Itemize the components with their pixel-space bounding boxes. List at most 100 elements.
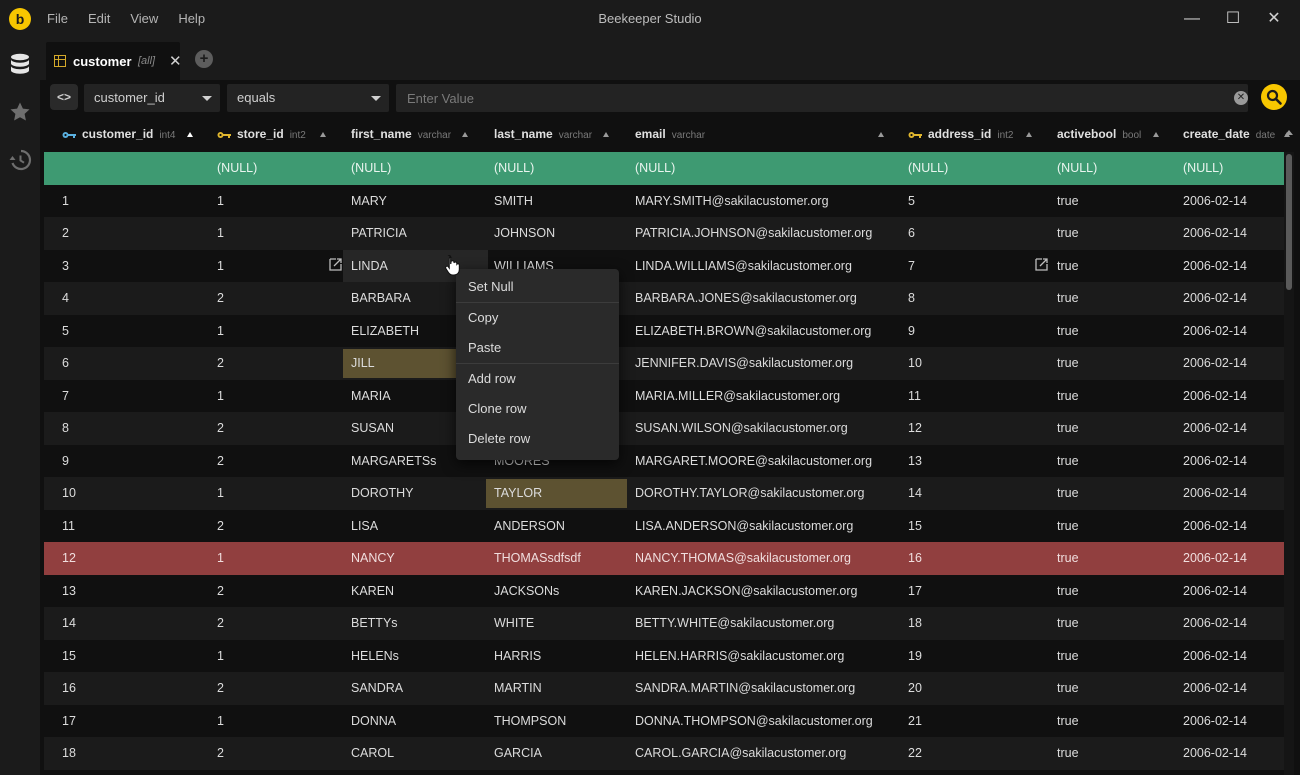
cell-first_name[interactable]: CAROL — [351, 737, 488, 770]
cell-create_date[interactable]: 2006-02-14 — [1183, 217, 1279, 250]
cell-create_date[interactable]: 2006-02-14 — [1183, 640, 1279, 673]
cell-store_id[interactable]: 1 — [217, 477, 345, 510]
cell-store_id[interactable]: 2 — [217, 445, 345, 478]
cell-activebool[interactable]: true — [1057, 250, 1177, 283]
cell-customer_id[interactable]: 2 — [62, 217, 211, 250]
cell-store_id[interactable]: 2 — [217, 282, 345, 315]
column-header-create_date[interactable]: create_date date — [1183, 116, 1275, 152]
new-row[interactable]: (NULL) (NULL) (NULL) (NULL) (NULL) (NULL) (NUL… — [44, 152, 1285, 185]
cell-email[interactable]: KAREN.JACKSON@sakilacustomer.org — [635, 575, 902, 608]
cell-store_id[interactable]: 1 — [217, 705, 345, 738]
scrollbar-thumb[interactable] — [1286, 154, 1292, 290]
cell-activebool[interactable]: (NULL) — [1057, 152, 1177, 185]
cell-email[interactable]: CAROL.GARCIA@sakilacustomer.org — [635, 737, 902, 770]
sort-arrow-icon[interactable] — [1153, 132, 1159, 137]
cell-address_id[interactable]: 12 — [908, 412, 1051, 445]
vertical-scrollbar[interactable] — [1284, 152, 1294, 775]
table-row[interactable]: 62JILLDAVISJENNIFER.DAVIS@sakilacustomer… — [44, 347, 1285, 380]
cell-create_date[interactable]: (NULL) — [1183, 152, 1279, 185]
history-icon[interactable] — [8, 148, 32, 172]
cell-email[interactable]: MARIA.MILLER@sakilacustomer.org — [635, 380, 902, 413]
column-header-store_id[interactable]: store_id int2 — [217, 116, 306, 152]
cell-first_name[interactable]: LISA — [351, 510, 488, 543]
cell-store_id[interactable]: 1 — [217, 380, 345, 413]
cell-create_date[interactable]: 2006-02-14 — [1183, 672, 1279, 705]
cell-last_name[interactable]: WHITE — [494, 607, 629, 640]
cell-customer_id[interactable]: 8 — [62, 412, 211, 445]
table-row[interactable]: 16 2 SANDRA MARTIN SANDRA.MARTIN@sakilacusto… — [44, 672, 1285, 705]
cell-customer_id[interactable]: 14 — [62, 607, 211, 640]
cell-last_name[interactable]: GARCIA — [494, 737, 629, 770]
cell-email[interactable]: BARBARA.JONES@sakilacustomer.org — [635, 282, 902, 315]
cell-email[interactable]: PATRICIA.JOHNSON@sakilacustomer.org — [635, 217, 902, 250]
cell-last_name[interactable]: THOMPSON — [494, 705, 629, 738]
cell-create_date[interactable]: 2006-02-14 — [1183, 445, 1279, 478]
cell-email[interactable]: BETTY.WHITE@sakilacustomer.org — [635, 607, 902, 640]
cell-store_id[interactable]: 2 — [217, 607, 345, 640]
cell-address_id[interactable]: 13 — [908, 445, 1051, 478]
cell-address_id[interactable]: 15 — [908, 510, 1051, 543]
tab-customer[interactable]: customer [all] ✕ — [46, 42, 182, 80]
cell-customer_id[interactable]: 5 — [62, 315, 211, 348]
cell-store_id[interactable]: 1 — [217, 217, 345, 250]
cell-customer_id[interactable]: 4 — [62, 282, 211, 315]
table-row[interactable]: 14 2 BETTYs WHITE BETTY.WHITE@sakilacustomer… — [44, 607, 1285, 640]
table-row[interactable]: 51ELIZABETHBROWNELIZABETH.BROWN@sakilacu… — [44, 315, 1285, 348]
star-icon[interactable] — [8, 100, 32, 124]
cell-store_id[interactable]: 1 — [217, 185, 345, 218]
cell-customer_id[interactable]: 7 — [62, 380, 211, 413]
maximize-button[interactable]: ☐ — [1220, 6, 1246, 32]
table-row[interactable]: 13 2 KAREN JACKSONs KAREN.JACKSON@sakilacust… — [44, 575, 1285, 608]
sort-arrow-icon[interactable] — [187, 132, 193, 137]
cell-address_id[interactable]: 18 — [908, 607, 1051, 640]
cell-store_id[interactable]: 2 — [217, 575, 345, 608]
cell-email[interactable]: (NULL) — [635, 152, 902, 185]
cell-address_id[interactable]: 9 — [908, 315, 1051, 348]
table-row[interactable]: 3 1 LINDA WILLIAMS LINDA.WILLIAMS@sakilacust… — [44, 249, 1285, 283]
code-toggle-button[interactable]: <> — [50, 84, 78, 110]
cell-activebool[interactable]: true — [1057, 185, 1177, 218]
table-row[interactable]: 2 1 PATRICIA JOHNSON PATRICIA.JOHNSON@sakila… — [44, 217, 1285, 250]
sort-arrow-icon[interactable] — [1026, 132, 1032, 137]
table-row[interactable]: 1 1 MARY SMITH MARY.SMITH@sakilacustomer.org… — [44, 185, 1285, 218]
cell-create_date[interactable]: 2006-02-14 — [1183, 185, 1279, 218]
menu-item-delete-row[interactable]: Delete row — [456, 424, 619, 454]
cell-activebool[interactable]: true — [1057, 705, 1177, 738]
cell-last_name[interactable]: JACKSONs — [494, 575, 629, 608]
scroll-up-arrow-icon[interactable] — [1285, 130, 1293, 135]
cell-first_name[interactable]: DONNA — [351, 705, 488, 738]
cell-last_name[interactable]: SMITH — [494, 185, 629, 218]
minimize-button[interactable]: — — [1179, 6, 1205, 32]
cell-first_name[interactable]: (NULL) — [351, 152, 488, 185]
cell-address_id[interactable]: 11 — [908, 380, 1051, 413]
cell-address_id[interactable]: 22 — [908, 737, 1051, 770]
cell-customer_id[interactable]: 16 — [62, 672, 211, 705]
table-row[interactable]: 15 1 HELENs HARRIS HELEN.HARRIS@sakilacustom… — [44, 640, 1285, 673]
cell-activebool[interactable]: true — [1057, 640, 1177, 673]
cell-last_name[interactable]: (NULL) — [494, 152, 629, 185]
cell-first_name[interactable]: SANDRA — [351, 672, 488, 705]
cell-create_date[interactable]: 2006-02-14 — [1183, 282, 1279, 315]
cell-store_id[interactable]: 2 — [217, 672, 345, 705]
cell-first_name[interactable]: MARY — [351, 185, 488, 218]
cell-address_id[interactable]: 16 — [908, 542, 1051, 575]
cell-last_name[interactable]: MARTIN — [494, 672, 629, 705]
cell-activebool[interactable]: true — [1057, 737, 1177, 770]
cell-activebool[interactable]: true — [1057, 477, 1177, 510]
database-icon[interactable] — [8, 52, 32, 76]
cell-first_name[interactable]: PATRICIA — [351, 217, 488, 250]
menu-item-copy[interactable]: Copy — [456, 303, 619, 333]
cell-address_id[interactable]: 20 — [908, 672, 1051, 705]
cell-first_name[interactable]: HELENs — [351, 640, 488, 673]
open-editor-icon[interactable] — [1035, 257, 1048, 271]
open-editor-icon[interactable] — [329, 257, 342, 271]
cell-first_name[interactable]: BETTYs — [351, 607, 488, 640]
sort-arrow-icon[interactable] — [878, 132, 884, 137]
cell-activebool[interactable]: true — [1057, 380, 1177, 413]
cell-first_name[interactable]: KAREN — [351, 575, 488, 608]
cell-create_date[interactable]: 2006-02-14 — [1183, 737, 1279, 770]
cell-activebool[interactable]: true — [1057, 575, 1177, 608]
close-button[interactable]: ✕ — [1261, 6, 1287, 32]
cell-activebool[interactable]: true — [1057, 445, 1177, 478]
table-row[interactable]: 12 1 NANCY THOMASsdfsdf NANCY.THOMAS@sakilac… — [44, 542, 1285, 575]
